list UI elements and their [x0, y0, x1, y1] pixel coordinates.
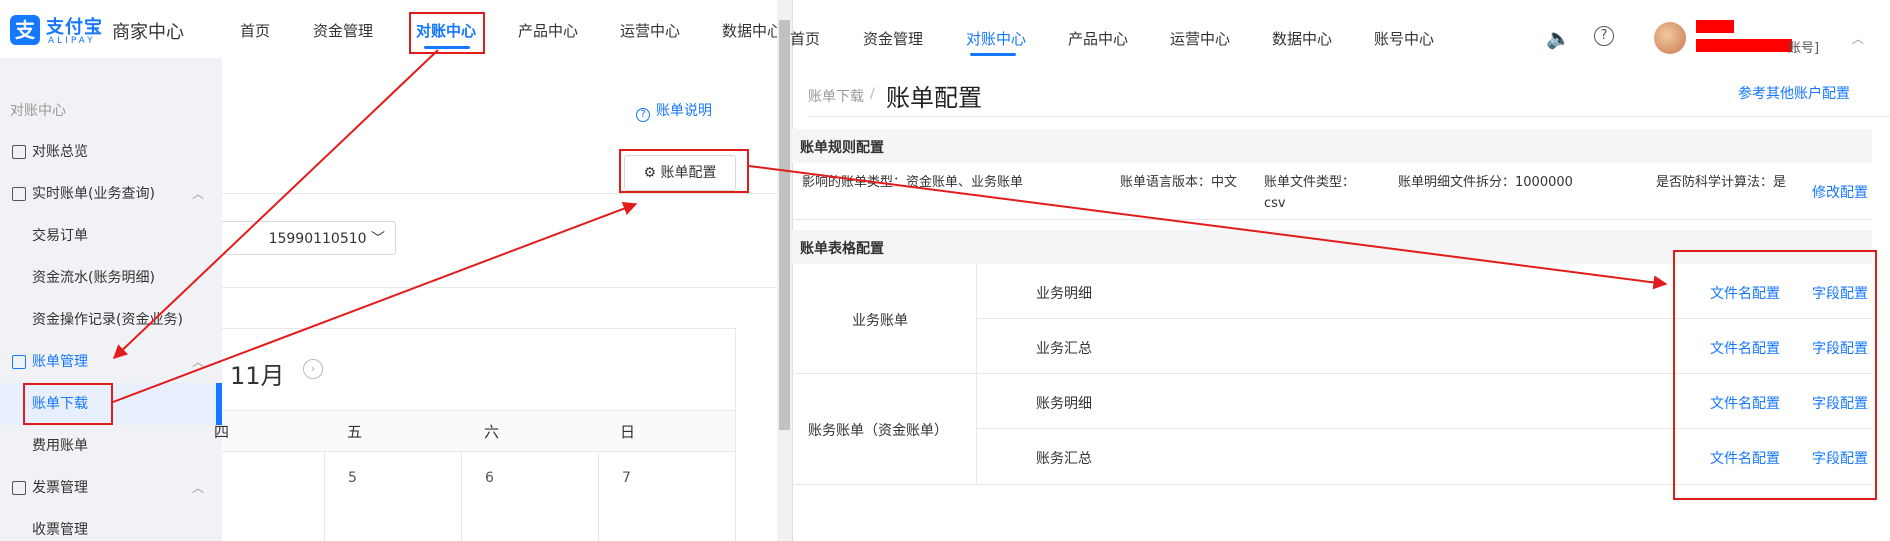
calendar-month: 11月 [230, 362, 285, 390]
sidebar-item-label: 发票管理 [32, 480, 88, 496]
sidebar-item-label: 资金流水(账务明细) [32, 270, 155, 286]
table-group-accounting: 账务账单（资金账单） [808, 423, 948, 439]
calendar-weekday: 日 [620, 423, 636, 441]
calendar-grid-line [324, 450, 325, 541]
left-scrollbar-thumb[interactable] [779, 20, 790, 430]
rule-scientific: 是否防科学计算法：是 [1656, 175, 1787, 190]
table-row-label: 业务明细 [1036, 286, 1092, 302]
annotation-box-nav [409, 12, 485, 54]
annotation-box-links [1673, 250, 1877, 500]
left-top-navbar: 支 支付宝 ALIPAY 商家中心 首页 资金管理 对账中心 产品中心 运营中心… [0, 0, 792, 58]
annotation-box-config [619, 149, 749, 193]
speaker-icon[interactable]: 🔈 [1546, 26, 1571, 50]
table-group-business: 业务账单 [852, 313, 908, 329]
sidebar-item-label: 交易订单 [32, 228, 88, 244]
nav-funds[interactable]: 资金管理 [313, 20, 373, 41]
table-row-label: 账务明细 [1036, 396, 1092, 412]
table-row-label: 业务汇总 [1036, 341, 1092, 357]
bill-help-label: 账单说明 [656, 103, 712, 119]
right-nav-active-underline [970, 53, 1016, 56]
sidebar-item-fee-bill[interactable]: 费用账单 [0, 425, 222, 467]
chevron-up-icon: ︿ [192, 481, 205, 495]
sidebar-item-label: 账单管理 [32, 354, 88, 370]
calendar-weekday: 六 [484, 423, 500, 441]
sidebar-section-title: 对账中心 [10, 103, 66, 119]
invoice-icon [12, 481, 26, 495]
alipay-logo-en: ALIPAY [48, 36, 96, 46]
help-circle-icon[interactable]: ? [1594, 26, 1614, 46]
rules-section-title: 账单规则配置 [800, 140, 884, 156]
sidebar-item-label: 对账总览 [32, 144, 88, 160]
account-select-value: 15990110510 [268, 231, 367, 247]
table-row-label: 账务汇总 [1036, 451, 1092, 467]
rules-divider [792, 219, 1872, 220]
chevron-up-icon[interactable]: ︿ [1852, 30, 1864, 47]
redacted-account [1696, 39, 1792, 52]
chevron-down-icon: ﹀ [366, 231, 385, 247]
nav-products[interactable]: 产品中心 [518, 20, 578, 41]
chevron-up-icon: ︿ [192, 355, 205, 369]
nav-data[interactable]: 数据中心 [722, 20, 782, 41]
calendar-grid-line [461, 450, 462, 541]
left-screenshot-panel: 支 支付宝 ALIPAY 商家中心 首页 资金管理 对账中心 产品中心 运营中心… [0, 0, 792, 541]
calendar-day[interactable]: 6 [485, 470, 494, 486]
sidebar-item-overview[interactable]: 对账总览 [0, 131, 222, 173]
nav-operations[interactable]: 运营中心 [620, 20, 680, 41]
reference-config-link[interactable]: 参考其他账户配置 [1738, 83, 1850, 103]
rule-file-type: 账单文件类型：csv [1264, 175, 1356, 211]
breadcrumb-parent[interactable]: 账单下载 [808, 86, 864, 106]
sidebar-item-trade-orders[interactable]: 交易订单 [0, 215, 222, 257]
sidebar-item-receive-invoice[interactable]: 收票管理 [0, 509, 222, 541]
overview-icon [12, 145, 26, 159]
sidebar-item-realtime-bill[interactable]: 实时账单(业务查询) ︿ [0, 173, 222, 215]
sidebar-item-fund-operations[interactable]: 资金操作记录(资金业务) [0, 299, 222, 341]
account-suffix: 账号] [1788, 41, 1820, 56]
calendar-weekday: 五 [347, 423, 363, 441]
rule-language: 账单语言版本：中文 [1120, 175, 1238, 190]
right-nav-operations[interactable]: 运营中心 [1170, 28, 1230, 49]
table-group-divider [976, 264, 977, 484]
bill-icon [12, 187, 26, 201]
table-section-title: 账单表格配置 [800, 241, 884, 257]
sidebar-item-bill-management[interactable]: 账单管理 ︿ [0, 341, 222, 383]
calendar-day[interactable]: 5 [348, 470, 357, 486]
right-nav-products[interactable]: 产品中心 [1068, 28, 1128, 49]
calendar-day[interactable]: 7 [622, 470, 631, 486]
calendar-grid-line [598, 450, 599, 541]
redacted-username [1696, 20, 1734, 33]
page-title: 账单配置 [886, 84, 982, 112]
merchant-center-title: 商家中心 [112, 22, 184, 43]
content-divider [222, 287, 792, 288]
right-nav-data[interactable]: 数据中心 [1272, 28, 1332, 49]
chevron-up-icon: ︿ [192, 187, 205, 201]
sidebar-item-invoice-management[interactable]: 发票管理 ︿ [0, 467, 222, 509]
calendar-header-row [222, 410, 735, 452]
rule-bill-types: 影响的账单类型：资金账单、业务账单 [802, 175, 1024, 190]
right-nav-funds[interactable]: 资金管理 [863, 28, 923, 49]
breadcrumb-separator: / [870, 86, 875, 102]
sidebar-item-label: 收票管理 [32, 522, 88, 538]
right-nav-account[interactable]: 账号中心 [1374, 28, 1434, 49]
calendar-weekday: 四 [214, 423, 230, 441]
right-nav-reconciliation[interactable]: 对账中心 [966, 28, 1026, 49]
sidebar-item-label: 实时账单(业务查询) [32, 186, 155, 202]
account-select[interactable]: 15990110510 ﹀ [222, 221, 396, 255]
sidebar-item-fund-flow[interactable]: 资金流水(账务明细) [0, 257, 222, 299]
question-circle-icon: ? [636, 108, 650, 122]
sidebar-item-label: 资金操作记录(资金业务) [32, 312, 183, 328]
bill-management-icon [12, 355, 26, 369]
sidebar-item-label: 费用账单 [32, 438, 88, 454]
annotation-box-download [23, 383, 113, 425]
chevron-right-icon[interactable]: › [303, 359, 323, 379]
rules-section-bar [792, 129, 1872, 163]
avatar[interactable] [1654, 22, 1686, 54]
bill-help-link[interactable]: ? 账单说明 [636, 100, 712, 122]
rule-split: 账单明细文件拆分：1000000 [1398, 175, 1573, 190]
modify-config-link[interactable]: 修改配置 [1812, 182, 1868, 202]
header-divider [808, 116, 1890, 117]
nav-home[interactable]: 首页 [240, 20, 270, 41]
right-nav-home[interactable]: 首页 [790, 28, 820, 49]
content-divider [222, 193, 792, 194]
alipay-logo-icon: 支 [10, 15, 40, 45]
